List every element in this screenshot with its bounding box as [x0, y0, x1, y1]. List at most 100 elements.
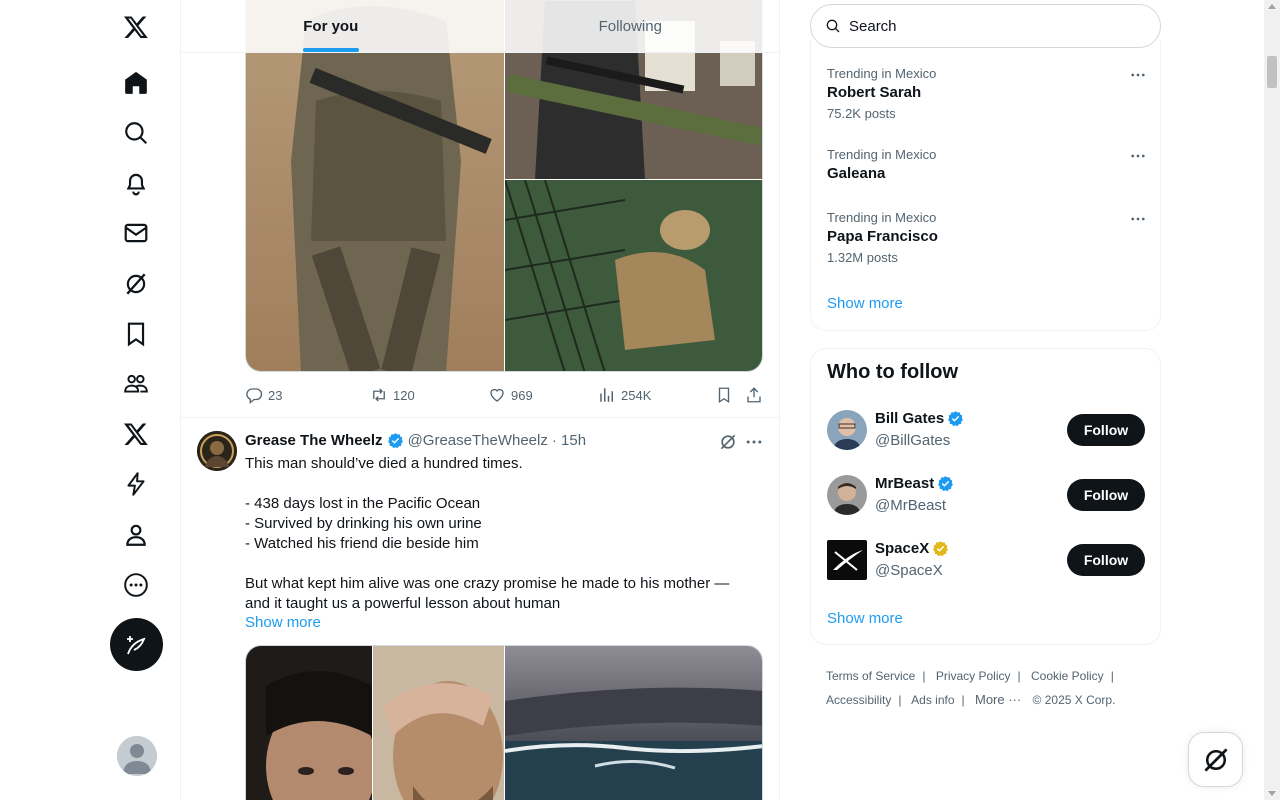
trends-show-more-link[interactable]: Show more [827, 295, 903, 312]
explore-icon[interactable] [111, 108, 161, 158]
tweet-actions: 23 120 969 254K [245, 384, 765, 406]
repost-icon [373, 388, 385, 402]
ocean-storm-image[interactable] [505, 646, 763, 800]
author-name[interactable]: Grease The Wheelz [245, 432, 383, 449]
author-handle[interactable]: @GreaseTheWheelz [408, 432, 548, 449]
tab-label: Following [598, 17, 662, 35]
grok-icon[interactable] [111, 259, 161, 309]
bookmark-button[interactable] [715, 386, 745, 404]
verified-badge-icon [387, 433, 403, 449]
share-icon [747, 387, 761, 403]
follow-button[interactable]: Follow [1067, 414, 1145, 446]
more-options-icon[interactable] [744, 432, 764, 452]
messages-icon[interactable] [111, 208, 161, 258]
tab-label: For you [303, 17, 359, 35]
trend-context: Trending in Mexico [827, 147, 937, 162]
heart-icon [490, 388, 504, 402]
tweet-media-grid[interactable] [245, 0, 763, 372]
account-handle: @BillGates [875, 432, 951, 449]
share-button[interactable] [745, 386, 765, 404]
bill-gates-avatar[interactable] [827, 410, 867, 450]
trend-count: 1.32M posts [827, 250, 898, 265]
page-scrollbar[interactable] [1264, 0, 1280, 800]
like-count: 969 [511, 387, 533, 403]
follow-button[interactable]: Follow [1067, 544, 1145, 576]
grok-icon [1203, 747, 1228, 772]
trend-item[interactable]: Trending in Mexico Galeana [827, 147, 1147, 182]
tweet-media-grid[interactable] [245, 645, 763, 800]
account-name-text: Bill Gates [875, 410, 945, 427]
verified-orgs-icon[interactable] [111, 459, 161, 509]
show-more-link[interactable]: Show more [245, 614, 321, 631]
post-button[interactable] [110, 618, 163, 671]
reply-button[interactable]: 23 [245, 386, 370, 404]
trends-panel: Trending in Mexico Robert Sarah 75.2K po… [810, 40, 1161, 331]
communities-icon[interactable] [111, 359, 161, 409]
right-sidebar: Search Trending in Mexico Robert Sarah 7… [810, 0, 1162, 800]
x-logo-icon[interactable] [111, 2, 161, 52]
footer-link-more[interactable]: More ··· [975, 692, 1021, 707]
soldier-climbing-net-image[interactable] [505, 180, 763, 372]
profile-icon[interactable] [111, 510, 161, 560]
follow-suggestion[interactable]: Bill Gates @BillGates Follow [827, 410, 1145, 454]
author-avatar[interactable] [197, 431, 237, 471]
who-to-follow-show-more-link[interactable]: Show more [827, 610, 903, 627]
search-placeholder: Search [849, 17, 897, 35]
trend-count: 75.2K posts [827, 106, 896, 121]
like-button[interactable]: 969 [488, 386, 598, 404]
follow-suggestion[interactable]: MrBeast @MrBeast Follow [827, 475, 1145, 519]
trend-item[interactable]: Trending in Mexico Papa Francisco 1.32M … [827, 210, 1147, 265]
scroll-up-arrow-icon[interactable] [1268, 4, 1276, 9]
bearded-man-saluting-image[interactable] [373, 646, 504, 800]
timeline-tabs: For you Following [181, 0, 780, 53]
verified-badge-icon [948, 411, 964, 427]
tab-for-you[interactable]: For you [181, 0, 481, 52]
trend-context: Trending in Mexico [827, 66, 937, 81]
more-icon[interactable] [111, 560, 161, 610]
account-name-text: SpaceX [875, 540, 930, 557]
notifications-icon[interactable] [111, 158, 161, 208]
account-avatar[interactable] [117, 736, 157, 776]
home-icon[interactable] [111, 58, 161, 108]
young-man-portrait-image[interactable] [246, 646, 372, 800]
trend-context: Trending in Mexico [827, 210, 937, 225]
follow-suggestion[interactable]: SpaceX @SpaceX Follow [827, 540, 1145, 584]
tweet-time[interactable]: · 15h [552, 432, 586, 449]
bookmarks-icon[interactable] [111, 309, 161, 359]
search-icon [826, 19, 840, 33]
footer-link-ads-info[interactable]: Ads info [911, 693, 954, 707]
scrollbar-thumb[interactable] [1267, 56, 1277, 88]
repost-count: 120 [393, 387, 415, 403]
trend-name: Papa Francisco [827, 228, 938, 245]
grok-floating-button[interactable] [1188, 732, 1243, 787]
footer-link-cookies[interactable]: Cookie Policy [1031, 669, 1104, 683]
trend-more-icon[interactable] [1129, 210, 1147, 228]
footer-link-privacy[interactable]: Privacy Policy [936, 669, 1011, 683]
reply-count: 23 [268, 387, 283, 403]
bookmark-icon [718, 387, 730, 404]
views-chart-icon [600, 388, 613, 402]
tweet-header: Grease The Wheelz @GreaseTheWheelz · 15h [245, 432, 586, 449]
spacex-avatar[interactable] [827, 540, 867, 580]
feather-plus-icon [126, 635, 146, 654]
trend-more-icon[interactable] [1129, 147, 1147, 165]
footer-link-terms[interactable]: Terms of Service [826, 669, 915, 683]
tab-following[interactable]: Following [481, 0, 780, 52]
repost-button[interactable]: 120 [370, 386, 488, 404]
scroll-down-arrow-icon[interactable] [1268, 791, 1276, 796]
view-count: 254K [621, 387, 652, 403]
views-button[interactable]: 254K [598, 386, 715, 404]
soldier-rifle-image[interactable] [246, 0, 504, 372]
grok-explain-icon[interactable] [718, 432, 738, 452]
footer-link-accessibility[interactable]: Accessibility [826, 693, 891, 707]
trend-more-icon[interactable] [1129, 66, 1147, 84]
tweet[interactable]: Grease The Wheelz @GreaseTheWheelz · 15h… [181, 417, 779, 800]
mrbeast-avatar[interactable] [827, 475, 867, 515]
who-to-follow-title: Who to follow [827, 361, 959, 383]
follow-button[interactable]: Follow [1067, 479, 1145, 511]
premium-icon[interactable] [111, 409, 161, 459]
active-tab-indicator [302, 48, 359, 52]
trend-item[interactable]: Trending in Mexico Robert Sarah 75.2K po… [827, 66, 1147, 121]
footer-copyright: © 2025 X Corp. [1032, 693, 1116, 707]
footer-links: Terms of Service | Privacy Policy | Cookie… [826, 669, 1116, 707]
